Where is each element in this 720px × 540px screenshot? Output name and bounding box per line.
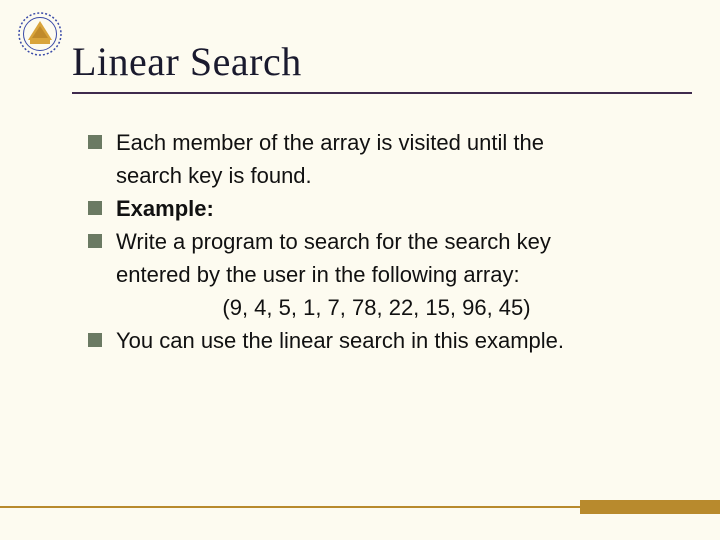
bullet-3-text: Write a program to search for the search… xyxy=(116,229,551,254)
square-bullet-icon xyxy=(88,333,102,347)
bullet-item-3: Write a program to search for the search… xyxy=(88,227,693,256)
bullet-3-continuation: entered by the user in the following arr… xyxy=(88,260,693,289)
bullet-item-2: Example: xyxy=(88,194,693,223)
bullet-1-text: Each member of the array is visited unti… xyxy=(116,130,544,155)
bullet-4-text: You can use the linear search in this ex… xyxy=(116,328,564,353)
slide: Linear Search Each member of the array i… xyxy=(0,0,720,540)
square-bullet-icon xyxy=(88,234,102,248)
bullet-2-text: Example: xyxy=(116,196,214,221)
slide-title: Linear Search xyxy=(72,38,302,85)
bullet-1-continuation: search key is found. xyxy=(88,161,693,190)
title-underline xyxy=(72,92,692,94)
square-bullet-icon xyxy=(88,135,102,149)
bullet-3-data-array: (9, 4, 5, 1, 7, 78, 22, 15, 96, 45) xyxy=(60,293,665,322)
bullet-item-1: Each member of the array is visited unti… xyxy=(88,128,693,157)
square-bullet-icon xyxy=(88,201,102,215)
slide-body: Each member of the array is visited unti… xyxy=(88,128,693,359)
bullet-item-4: You can use the linear search in this ex… xyxy=(88,326,693,355)
institution-logo-icon xyxy=(18,12,62,56)
footer-accent-bar xyxy=(580,500,720,514)
